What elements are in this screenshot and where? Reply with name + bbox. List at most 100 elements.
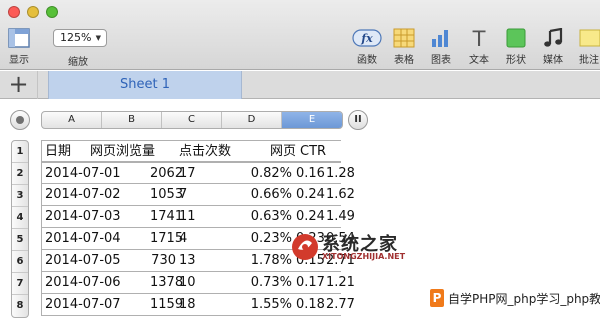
- cell-value-2[interactable]: 1.28: [326, 163, 355, 184]
- comment-icon: [579, 29, 600, 47]
- header-cell-page[interactable]: 网页: [270, 141, 296, 162]
- watermark-url: XITONGZHIJIA.NET: [322, 252, 406, 261]
- column-header-e[interactable]: E: [282, 112, 342, 128]
- row-header-2[interactable]: 2: [12, 163, 28, 185]
- row-header-3[interactable]: 3: [12, 185, 28, 207]
- row-header-6[interactable]: 6: [12, 251, 28, 273]
- cell-clicks[interactable]: 13: [179, 250, 196, 271]
- cell-value-1[interactable]: 0.17: [296, 272, 325, 293]
- cell-value-1[interactable]: 0.16: [296, 163, 325, 184]
- text-button[interactable]: T 文本: [468, 28, 490, 66]
- shape-button[interactable]: 形状: [505, 28, 527, 66]
- table-row: 2014-07-03 1741 11 0.63% 0.24 1.49: [42, 206, 355, 228]
- cell-ctr[interactable]: 0.66%: [224, 184, 292, 205]
- cell-date[interactable]: 2014-07-06: [45, 272, 121, 293]
- cell-date[interactable]: 2014-07-01: [45, 163, 121, 184]
- cell-ctr[interactable]: 1.55%: [224, 294, 292, 315]
- cell-ctr[interactable]: 0.82%: [224, 163, 292, 184]
- cell-date[interactable]: 2014-07-07: [45, 294, 121, 315]
- table-button[interactable]: 表格: [393, 28, 415, 66]
- media-label: 媒体: [543, 55, 563, 66]
- cell-value-2[interactable]: 1.49: [326, 206, 355, 227]
- table-row: 2014-07-07 1159 18 1.55% 0.18 2.77: [42, 294, 355, 316]
- zoom-select[interactable]: 125% ▼: [53, 29, 107, 47]
- php-badge-icon: P: [430, 289, 444, 307]
- function-badge: fx: [360, 32, 373, 45]
- cell-value-2[interactable]: 1.62: [326, 184, 355, 205]
- cell-date[interactable]: 2014-07-04: [45, 228, 121, 249]
- cell-pageviews[interactable]: 1741: [150, 206, 183, 227]
- table-row: 2014-07-01 2062 17 0.82% 0.16 1.28: [42, 162, 355, 184]
- header-cell-date[interactable]: 日期: [45, 141, 71, 162]
- cell-clicks[interactable]: 4: [179, 228, 187, 249]
- chart-button[interactable]: 图表: [430, 28, 452, 66]
- row-header-8[interactable]: 8: [12, 295, 28, 317]
- column-header-d[interactable]: D: [222, 112, 282, 128]
- site-logo-icon: [292, 234, 318, 260]
- table-row: 2014-07-06 1378 10 0.73% 0.17 1.21: [42, 272, 355, 294]
- table-row: 2014-07-02 1053 7 0.66% 0.24 1.62: [42, 184, 355, 206]
- cell-value-2[interactable]: 2.77: [326, 294, 355, 315]
- column-header-a[interactable]: A: [42, 112, 102, 128]
- display-label: 显示: [9, 55, 29, 66]
- window-close-button[interactable]: [8, 6, 20, 18]
- chevron-down-icon: ▼: [95, 34, 101, 42]
- header-cell-ctr[interactable]: CTR: [300, 141, 326, 162]
- comment-button[interactable]: 批注: [578, 28, 600, 66]
- cell-ctr[interactable]: 0.23%: [224, 228, 292, 249]
- sheet-tab-bar: + Sheet 1: [0, 71, 600, 99]
- comment-label: 批注: [579, 55, 599, 66]
- column-header-c[interactable]: C: [162, 112, 222, 128]
- cell-date[interactable]: 2014-07-02: [45, 184, 121, 205]
- cell-date[interactable]: 2014-07-05: [45, 250, 121, 271]
- site-watermark: 系统之家 XITONGZHIJIA.NET: [290, 228, 440, 266]
- cell-date[interactable]: 2014-07-03: [45, 206, 121, 227]
- column-header-b[interactable]: B: [102, 112, 162, 128]
- cell-pageviews[interactable]: 2062: [150, 163, 183, 184]
- add-sheet-button[interactable]: +: [0, 71, 38, 99]
- row-header-5[interactable]: 5: [12, 229, 28, 251]
- select-table-button[interactable]: [10, 110, 30, 130]
- header-cell-clicks[interactable]: 点击次数: [179, 141, 231, 162]
- cell-clicks[interactable]: 10: [179, 272, 196, 293]
- chart-label: 图表: [431, 55, 451, 66]
- cell-pageviews[interactable]: 1053: [150, 184, 183, 205]
- cell-ctr[interactable]: 0.63%: [224, 206, 292, 227]
- tab-sheet-1[interactable]: Sheet 1: [48, 71, 242, 99]
- music-note-icon: [544, 28, 563, 47]
- cell-pageviews[interactable]: 1159: [150, 294, 183, 315]
- cell-value-1[interactable]: 0.18: [296, 294, 325, 315]
- bottom-watermark-text: 自学PHP网_php学习_php教: [448, 292, 600, 306]
- cell-clicks[interactable]: 18: [179, 294, 196, 315]
- cell-ctr[interactable]: 1.78%: [224, 250, 292, 271]
- cell-clicks[interactable]: 11: [179, 206, 196, 227]
- toolbar: 显示 125% ▼ 缩放 fx 函数 表格 图表 T 文本 形状 媒体 批注: [0, 0, 600, 70]
- text-glyph: T: [472, 28, 486, 48]
- cell-pageviews[interactable]: 730: [150, 250, 176, 271]
- cell-value-2[interactable]: 1.21: [326, 272, 355, 293]
- pause-icon[interactable]: II: [348, 110, 368, 130]
- shape-label: 形状: [506, 55, 526, 66]
- cell-pageviews[interactable]: 1378: [150, 272, 183, 293]
- cell-value-1[interactable]: 0.24: [296, 206, 325, 227]
- window-minimize-button[interactable]: [27, 6, 39, 18]
- cell-ctr[interactable]: 0.73%: [224, 272, 292, 293]
- table-header-row: 日期 网页浏览量 点击次数 网页 CTR: [42, 140, 341, 162]
- cell-value-1[interactable]: 0.24: [296, 184, 325, 205]
- zoom-label: 缩放: [68, 57, 88, 68]
- sidebar-view-icon: [8, 28, 30, 48]
- header-cell-pageviews[interactable]: 网页浏览量: [90, 141, 155, 162]
- cell-clicks[interactable]: 7: [179, 184, 187, 205]
- text-icon: T: [472, 28, 486, 48]
- row-header-1[interactable]: 1: [12, 141, 28, 163]
- row-header-7[interactable]: 7: [12, 273, 28, 295]
- display-button[interactable]: 显示: [8, 28, 30, 66]
- row-header-4[interactable]: 4: [12, 207, 28, 229]
- cell-pageviews[interactable]: 1715: [150, 228, 183, 249]
- cell-clicks[interactable]: 17: [179, 163, 196, 184]
- bar-chart-icon: [432, 30, 448, 47]
- window-maximize-button[interactable]: [46, 6, 58, 18]
- media-button[interactable]: 媒体: [542, 28, 564, 66]
- function-icon: fx: [352, 29, 382, 47]
- function-button[interactable]: fx 函数: [352, 28, 382, 66]
